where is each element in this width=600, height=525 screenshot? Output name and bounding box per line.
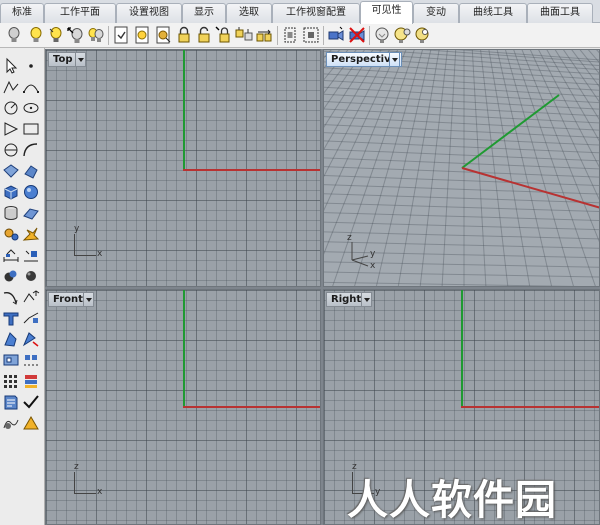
camera-show-icon[interactable] bbox=[327, 26, 345, 44]
lock-swap-alt-icon[interactable] bbox=[255, 26, 273, 44]
y-axis-line bbox=[183, 50, 185, 170]
axis-widget-perspective: z y x bbox=[347, 233, 376, 271]
tab-surface-tools[interactable]: 曲面工具 bbox=[527, 3, 593, 23]
bulb-layer-off-icon[interactable] bbox=[413, 26, 431, 44]
viewport-top[interactable]: Top y x bbox=[45, 49, 321, 287]
surface-patch-icon[interactable] bbox=[1, 162, 21, 180]
dimension-icon[interactable] bbox=[1, 246, 21, 264]
x-axis-line bbox=[183, 169, 320, 171]
analyze-icon[interactable] bbox=[1, 414, 21, 432]
bulb-off-icon[interactable] bbox=[5, 26, 23, 44]
boolean-gear-icon[interactable] bbox=[1, 225, 21, 243]
select-arrow-icon[interactable] bbox=[1, 57, 21, 75]
axis-widget-top: y x bbox=[74, 224, 103, 259]
rounded-circle-icon[interactable] bbox=[1, 141, 21, 159]
tab-curve-tools[interactable]: 曲线工具 bbox=[459, 3, 527, 23]
viewport-title-front[interactable]: Front bbox=[48, 292, 88, 307]
viewport-area: Top y x Perspective z y x Front z x Righ… bbox=[45, 49, 600, 525]
check-icon[interactable] bbox=[21, 393, 41, 411]
tab-cplanes[interactable]: 工作平面 bbox=[44, 3, 116, 23]
polygon-icon[interactable] bbox=[1, 120, 21, 138]
lock-select-icon[interactable] bbox=[215, 26, 233, 44]
camera-hide-icon[interactable] bbox=[348, 26, 366, 44]
circle-icon[interactable] bbox=[1, 99, 21, 117]
group-icon[interactable] bbox=[1, 351, 21, 369]
doc-show-icon[interactable] bbox=[154, 26, 172, 44]
curve-control-icon[interactable] bbox=[21, 78, 41, 96]
polyline-icon[interactable] bbox=[1, 78, 21, 96]
point-cloud-icon[interactable] bbox=[21, 267, 41, 285]
lock-swap-icon[interactable] bbox=[235, 26, 253, 44]
viewport-perspective[interactable]: Perspective z y x bbox=[323, 49, 600, 287]
rhino-window: 标准 工作平面 设置视图 显示 选取 工作视窗配置 可见性 变动 曲线工具 曲面… bbox=[0, 0, 600, 525]
unlock-icon[interactable] bbox=[195, 26, 213, 44]
viewport-menu-top-icon[interactable] bbox=[75, 52, 86, 67]
bulb-on-alt-icon[interactable] bbox=[47, 26, 65, 44]
dimension-alt-icon[interactable] bbox=[21, 246, 41, 264]
doc-hide-icon[interactable] bbox=[133, 26, 151, 44]
viewport-menu-perspective-icon[interactable] bbox=[389, 52, 400, 67]
curve-offset-icon[interactable] bbox=[21, 288, 41, 306]
x-axis-line-front bbox=[183, 406, 320, 408]
rectangle-icon[interactable] bbox=[21, 120, 41, 138]
properties-icon[interactable] bbox=[1, 393, 21, 411]
watermark-text: 人人软件园 bbox=[347, 476, 557, 524]
layer-icon[interactable] bbox=[21, 372, 41, 390]
render-icon[interactable] bbox=[21, 414, 41, 432]
sphere-icon[interactable] bbox=[21, 183, 41, 201]
tab-viewport-layout[interactable]: 工作视窗配置 bbox=[272, 3, 360, 23]
viewport-menu-front-icon[interactable] bbox=[83, 292, 94, 307]
tab-transform[interactable]: 变动 bbox=[413, 3, 459, 23]
viewport-title-top[interactable]: Top bbox=[48, 52, 78, 67]
tab-display[interactable]: 显示 bbox=[182, 3, 226, 23]
tab-select[interactable]: 选取 bbox=[226, 3, 272, 23]
selection-box-icon[interactable] bbox=[281, 26, 299, 44]
arc-icon[interactable] bbox=[21, 141, 41, 159]
main-toolbox bbox=[0, 48, 45, 525]
selection-region-icon[interactable] bbox=[302, 26, 320, 44]
z-axis-line bbox=[183, 290, 185, 408]
array-icon[interactable] bbox=[21, 351, 41, 369]
point-icon[interactable] bbox=[21, 57, 41, 75]
curve-fillet-icon[interactable] bbox=[1, 288, 21, 306]
surface-offset-icon[interactable] bbox=[21, 309, 41, 327]
bulb-layer-alt-icon[interactable] bbox=[393, 26, 411, 44]
mesh-plane-icon[interactable] bbox=[21, 204, 41, 222]
viewport-front[interactable]: Front z x bbox=[45, 289, 321, 525]
cylinder-icon[interactable] bbox=[1, 204, 21, 222]
bulb-arrow-icon[interactable] bbox=[67, 26, 85, 44]
surface-network-icon[interactable] bbox=[21, 162, 41, 180]
trim-icon[interactable] bbox=[1, 330, 21, 348]
extrude-icon[interactable] bbox=[1, 309, 21, 327]
split-icon[interactable] bbox=[21, 330, 41, 348]
ribbon-tabs: 标准 工作平面 设置视图 显示 选取 工作视窗配置 可见性 变动 曲线工具 曲面… bbox=[0, 0, 600, 24]
bulb-on-icon[interactable] bbox=[27, 26, 45, 44]
bulb-swap-icon[interactable] bbox=[87, 26, 105, 44]
explode-icon[interactable] bbox=[21, 225, 41, 243]
ellipse-icon[interactable] bbox=[21, 99, 41, 117]
z-axis-line-right bbox=[461, 290, 463, 408]
lock-icon[interactable] bbox=[175, 26, 193, 44]
boolean-union-icon[interactable] bbox=[1, 267, 21, 285]
axis-widget-front: z x bbox=[74, 462, 103, 497]
viewport-menu-right-icon[interactable] bbox=[361, 292, 372, 307]
visibility-toolbar bbox=[0, 23, 600, 48]
tab-set-view[interactable]: 设置视图 bbox=[116, 3, 182, 23]
bulb-layer-icon[interactable] bbox=[373, 26, 391, 44]
tab-visibility[interactable]: 可见性 bbox=[360, 1, 413, 24]
array-grid-icon[interactable] bbox=[1, 372, 21, 390]
tab-standard[interactable]: 标准 bbox=[0, 3, 44, 23]
y-axis-line-right bbox=[461, 406, 599, 408]
doc-lock-icon[interactable] bbox=[112, 26, 130, 44]
box-solid-icon[interactable] bbox=[1, 183, 21, 201]
